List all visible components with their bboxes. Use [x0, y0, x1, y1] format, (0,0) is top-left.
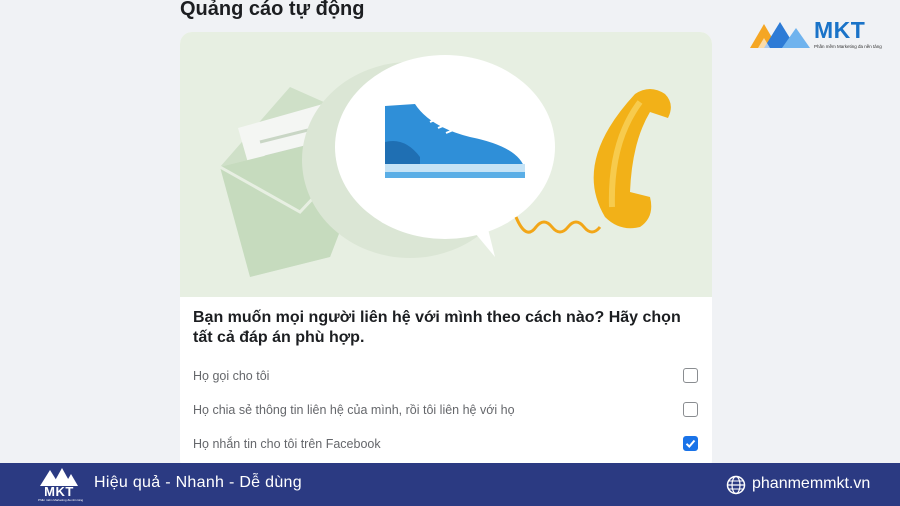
globe-icon	[726, 475, 746, 495]
mkt-logo-mark	[750, 22, 810, 48]
page-title: Quảng cáo tự động	[180, 0, 365, 20]
footer-logo-subtitle: Phần mềm Marketing đa nền tảng	[38, 498, 84, 502]
footer-logo-text: MKT	[44, 484, 74, 499]
logo-subtitle: Phần mềm Marketing đa nền tảng	[814, 44, 882, 49]
share-info-checkbox[interactable]	[683, 402, 698, 417]
message-checkbox[interactable]	[683, 436, 698, 451]
option-message[interactable]: Họ nhắn tin cho tôi trên Facebook	[180, 430, 712, 460]
logo-text: MKT	[814, 17, 866, 43]
call-checkbox[interactable]	[683, 368, 698, 383]
check-icon	[685, 439, 696, 448]
option-label: Họ chia sẻ thông tin liên hệ của mình, r…	[193, 403, 515, 417]
contact-question: Bạn muốn mọi người liên hệ với mình theo…	[193, 309, 681, 346]
website-link[interactable]: phanmemmkt.vn	[752, 475, 870, 493]
mkt-logo: MKT Phần mềm Marketing đa nền tảng	[748, 17, 882, 54]
illustration-art	[219, 55, 671, 277]
footer-logo: MKT Phần mềm Marketing đa nền tảng	[38, 467, 84, 503]
option-call[interactable]: Họ gọi cho tôi	[180, 362, 712, 392]
option-label: Họ nhắn tin cho tôi trên Facebook	[193, 437, 381, 451]
ad-objective-card: Bạn muốn mọi người liên hệ với mình theo…	[180, 32, 712, 472]
option-share-info[interactable]: Họ chia sẻ thông tin liên hệ của mình, r…	[180, 396, 712, 426]
option-label: Họ gọi cho tôi	[193, 369, 270, 383]
contact-illustration	[180, 32, 712, 297]
footer-banner: MKT Phần mềm Marketing đa nền tảng Hiệu …	[0, 463, 900, 506]
footer-tagline: Hiệu quả - Nhanh - Dễ dùng	[94, 474, 302, 491]
